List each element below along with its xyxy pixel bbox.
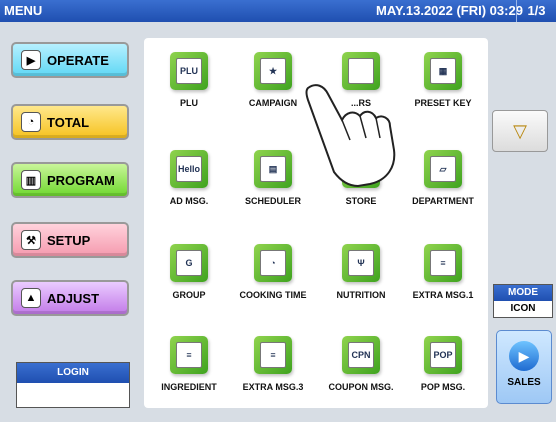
monitor-icon: Hello [170, 150, 208, 188]
page-indicator: 1/3 [516, 0, 556, 22]
sales-button[interactable]: ▶ SALES [496, 330, 552, 404]
program-label: PROGRAM [47, 172, 115, 188]
tile-plu[interactable]: PLU PLU [146, 52, 232, 120]
group-icon: G [170, 244, 208, 282]
tile-department[interactable]: ▱ DEPARTMENT [400, 150, 486, 218]
tile-label: COOKING TIME [239, 290, 307, 300]
setup-button[interactable]: ⚒ SETUP [11, 222, 129, 258]
book-icon: ▥ [21, 170, 41, 190]
title-bar: MENU MAY.13.2022 (FRI) 03:29 1/3 [0, 0, 556, 22]
date-time: MAY.13.2022 (FRI) 03:29 [376, 3, 523, 18]
tile-extra-msg-3[interactable]: ≡ EXTRA MSG.3 [230, 336, 316, 404]
screen-title: MENU [4, 3, 43, 18]
chevron-down-icon: ▽ [513, 120, 527, 141]
coupon-icon: CPN [342, 336, 380, 374]
timer-icon: ◔ [254, 244, 292, 282]
tile-pop-msg[interactable]: POP POP MSG. [400, 336, 486, 404]
mode-header: MODE [494, 285, 552, 301]
tile-cooking-time[interactable]: ◔ COOKING TIME [230, 244, 316, 312]
clock-icon: ◔ [21, 112, 41, 132]
tile-label: EXTRA MSG.1 [412, 290, 474, 300]
folder-icon: ▱ [424, 150, 462, 188]
setup-label: SETUP [47, 232, 91, 248]
pop-icon: POP [424, 336, 462, 374]
tile-preset-key[interactable]: ▦ PRESET KEY [400, 52, 486, 120]
pointing-hand-icon [305, 84, 396, 188]
message-icon: ≡ [424, 244, 462, 282]
tile-label: EXTRA MSG.3 [242, 382, 304, 392]
operate-label: OPERATE [47, 52, 109, 68]
triangle-icon: ▲ [21, 288, 41, 308]
tile-label: NUTRITION [336, 290, 386, 300]
mode-panel[interactable]: MODE ICON [493, 284, 553, 318]
mode-value: ICON [510, 303, 536, 314]
program-button[interactable]: ▥ PROGRAM [11, 162, 129, 198]
operate-button[interactable]: ▶ OPERATE [11, 42, 129, 78]
sales-label: SALES [507, 377, 541, 388]
tile-label: COUPON MSG. [328, 382, 394, 392]
message-icon: ≡ [170, 336, 208, 374]
login-panel[interactable]: LOGIN [16, 362, 130, 408]
total-label: TOTAL [47, 114, 90, 130]
wrench-icon: ⚒ [21, 230, 41, 250]
tile-ingredient[interactable]: ≡ INGREDIENT [146, 336, 232, 404]
tile-label: PLU [180, 98, 198, 108]
tile-label: AD MSG. [169, 196, 209, 206]
cutlery-icon: Ψ [342, 244, 380, 282]
scroll-down-button[interactable]: ▽ [492, 110, 548, 152]
tile-label: GROUP [172, 290, 206, 300]
circle-arrow-icon: ▶ [21, 50, 41, 70]
tile-label: DEPARTMENT [412, 196, 474, 206]
tile-label: INGREDIENT [161, 382, 217, 392]
tile-coupon-msg[interactable]: CPN COUPON MSG. [318, 336, 404, 404]
calendar-icon: ▤ [254, 150, 292, 188]
star-icon: ★ [254, 52, 292, 90]
tile-label: STORE [345, 196, 377, 206]
play-icon: ▶ [509, 341, 539, 371]
adjust-button[interactable]: ▲ ADJUST [11, 280, 129, 316]
keyboard-icon: ▦ [424, 52, 462, 90]
tile-label: SCHEDULER [244, 196, 301, 206]
total-button[interactable]: ◔ TOTAL [11, 104, 129, 140]
tile-ad-msg[interactable]: Hello AD MSG. [146, 150, 232, 218]
message-icon: ≡ [254, 336, 292, 374]
tile-extra-msg-1[interactable]: ≡ EXTRA MSG.1 [400, 244, 486, 312]
plu-icon: PLU [170, 52, 208, 90]
tile-group[interactable]: G GROUP [146, 244, 232, 312]
adjust-label: ADJUST [47, 290, 100, 306]
tile-nutrition[interactable]: Ψ NUTRITION [318, 244, 404, 312]
tile-label: PRESET KEY [414, 98, 472, 108]
tile-label: POP MSG. [420, 382, 466, 392]
login-header: LOGIN [17, 363, 129, 383]
